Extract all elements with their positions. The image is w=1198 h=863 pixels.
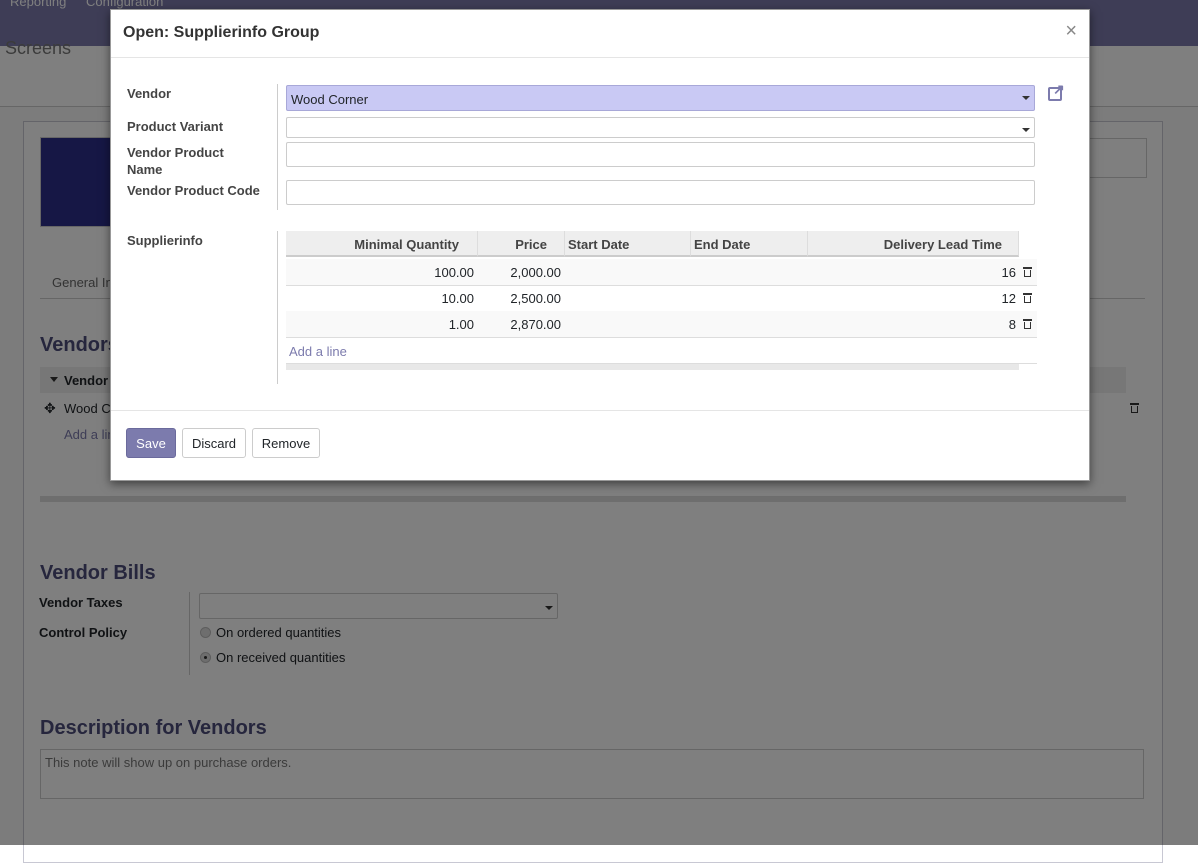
- dialog-title: Open: Supplierinfo Group: [123, 24, 320, 41]
- col-start-date[interactable]: Start Date: [565, 231, 691, 257]
- vendor-product-name-input[interactable]: [286, 142, 1035, 167]
- col-delivery-lead-time[interactable]: Delivery Lead Time: [808, 231, 1019, 257]
- trash-icon[interactable]: [1023, 293, 1032, 303]
- vendor-product-code-label: Vendor Product Code: [127, 183, 260, 198]
- dialog-header: Open: Supplierinfo Group ×: [111, 10, 1089, 58]
- add-a-line-link[interactable]: Add a line: [289, 344, 347, 359]
- cell-min-qty: 10.00: [441, 291, 474, 306]
- table-row[interactable]: 1.00 2,870.00 8: [286, 311, 1037, 338]
- col-price[interactable]: Price: [478, 231, 565, 257]
- product-variant-select[interactable]: [286, 117, 1035, 138]
- supplierinfo-label: Supplierinfo: [127, 233, 203, 248]
- vendor-select[interactable]: Wood Corner: [286, 85, 1035, 111]
- supplierinfo-dialog: Open: Supplierinfo Group × Vendor Wood C…: [110, 9, 1090, 481]
- dialog-footer: Save Discard Remove: [111, 410, 1089, 481]
- chevron-down-icon: [1022, 96, 1030, 100]
- field-separator: [277, 231, 278, 384]
- external-link-icon[interactable]: [1048, 81, 1065, 101]
- cell-lead-time: 16: [1001, 265, 1016, 280]
- vendor-product-name-label: Vendor Product Name: [127, 145, 224, 177]
- cell-min-qty: 100.00: [434, 265, 474, 280]
- product-variant-label: Product Variant: [127, 119, 224, 134]
- vendor-product-code-input[interactable]: [286, 180, 1035, 205]
- cell-lead-time: 12: [1001, 291, 1016, 306]
- close-icon[interactable]: ×: [1065, 20, 1077, 43]
- trash-icon[interactable]: [1023, 319, 1032, 329]
- table-footer: [286, 364, 1019, 370]
- save-button[interactable]: Save: [126, 428, 176, 458]
- table-row[interactable]: 10.00 2,500.00 12: [286, 285, 1037, 312]
- cell-price: 2,000.00: [510, 265, 561, 280]
- add-line-row: Add a line: [286, 337, 1037, 364]
- chevron-down-icon: [1022, 128, 1030, 132]
- cell-lead-time: 8: [1008, 317, 1016, 332]
- table-row[interactable]: 100.00 2,000.00 16: [286, 259, 1037, 286]
- field-separator: [277, 84, 278, 210]
- vendor-value: Wood Corner: [291, 92, 369, 107]
- remove-button[interactable]: Remove: [252, 428, 320, 458]
- col-minimal-quantity[interactable]: Minimal Quantity: [286, 231, 478, 257]
- trash-icon[interactable]: [1023, 267, 1032, 277]
- cell-price: 2,500.00: [510, 291, 561, 306]
- cell-price: 2,870.00: [510, 317, 561, 332]
- vendor-label: Vendor: [127, 86, 172, 101]
- discard-button[interactable]: Discard: [182, 428, 246, 458]
- col-end-date[interactable]: End Date: [691, 231, 808, 257]
- cell-min-qty: 1.00: [448, 317, 474, 332]
